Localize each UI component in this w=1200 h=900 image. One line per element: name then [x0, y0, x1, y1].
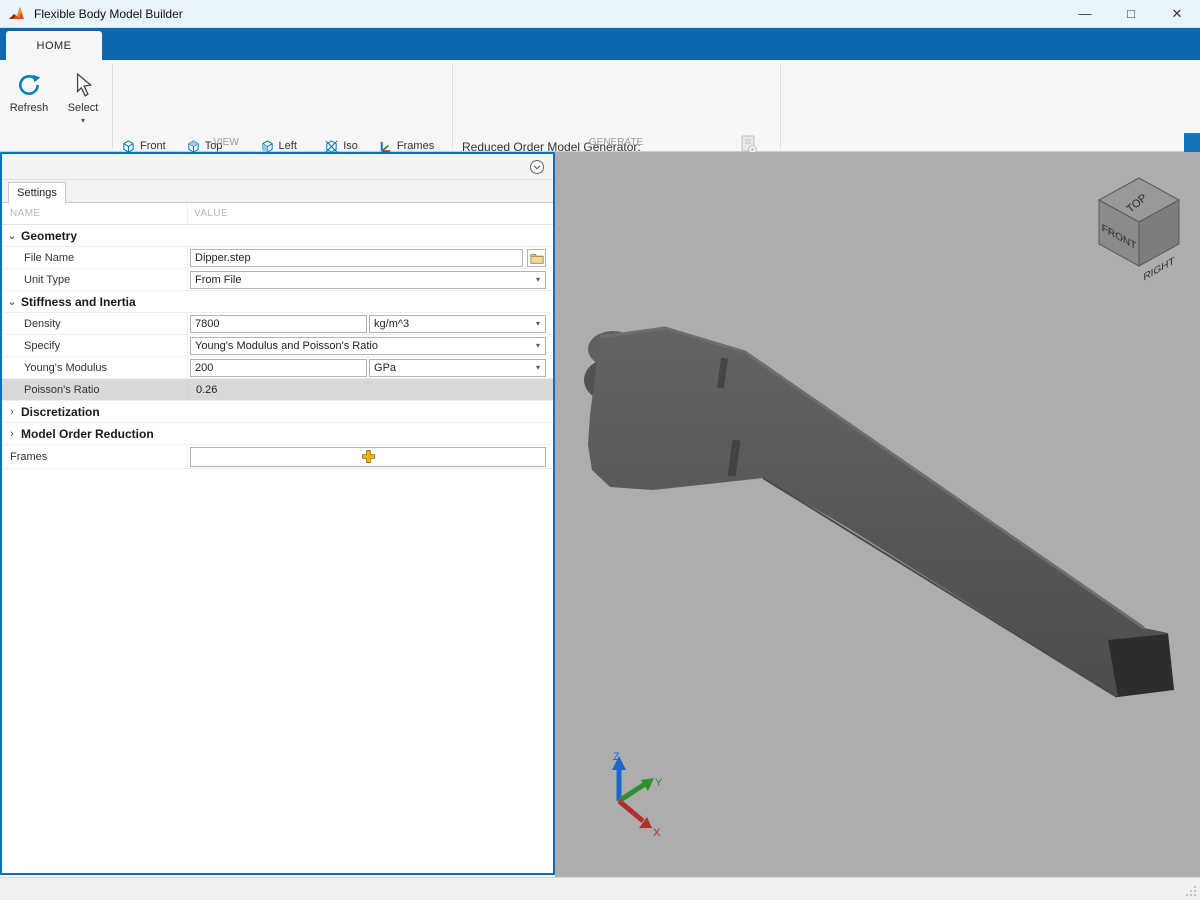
refresh-button[interactable]: Refresh: [6, 68, 52, 134]
unit-type-value: From File: [195, 273, 242, 286]
chevron-down-icon: ▾: [535, 341, 540, 350]
ribbon-divider: [780, 64, 781, 148]
density-unit-value: kg/m^3: [374, 317, 410, 330]
chevron-down-icon: ▾: [535, 319, 540, 328]
file-name-label: File Name: [2, 247, 188, 268]
toolstrip-tab-bar: HOME: [0, 28, 1200, 60]
row-specify: Specify Young's Modulus and Poisson's Ra…: [2, 335, 553, 357]
refresh-label: Refresh: [9, 102, 49, 114]
cursor-icon: [76, 72, 93, 97]
column-header-value: VALUE: [194, 208, 229, 219]
tab-home[interactable]: HOME: [6, 31, 102, 60]
settings-tab-bar: Settings: [2, 180, 553, 204]
ribbon-divider: [112, 64, 113, 148]
row-poissons-ratio[interactable]: Poisson's Ratio 0.26: [2, 379, 553, 401]
select-button[interactable]: Select ▾: [60, 68, 106, 134]
youngs-modulus-input[interactable]: [190, 358, 368, 377]
chevron-down-icon: ⌄: [7, 230, 17, 242]
density-unit-dropdown[interactable]: kg/m^3 ▾: [369, 314, 546, 333]
section-model-order-reduction[interactable]: › Model Order Reduction: [2, 423, 553, 445]
row-density: Density kg/m^3 ▾: [2, 313, 553, 335]
section-stiffness-inertia[interactable]: ⌄ Stiffness and Inertia: [2, 291, 553, 313]
youngs-unit-value: GPa: [374, 361, 397, 374]
poissons-ratio-label: Poisson's Ratio: [2, 379, 188, 400]
view-group-label: VIEW: [213, 137, 239, 148]
youngs-modulus-label: Young's Modulus: [2, 357, 188, 378]
chevron-down-icon: ▾: [535, 275, 540, 284]
select-label: Select: [67, 102, 99, 114]
toolstrip-corner-button[interactable]: [1184, 133, 1200, 152]
chevron-down-icon: ⌄: [7, 296, 17, 308]
panel-collapse-button[interactable]: [529, 159, 545, 175]
folder-icon: [530, 253, 544, 264]
add-frame-plus-icon[interactable]: [361, 449, 376, 464]
dipper-model-mesh: [584, 326, 1174, 698]
viewport-canvas[interactable]: TOP FRONT RIGHT Z Y X: [555, 152, 1200, 877]
axis-x-label: X: [653, 827, 661, 839]
app-window: Flexible Body Model Builder — □ ✕ HOME R…: [0, 0, 1200, 900]
window-title: Flexible Body Model Builder: [34, 6, 183, 21]
row-unit-type: Unit Type From File ▾: [2, 269, 553, 291]
section-discretization[interactable]: › Discretization: [2, 401, 553, 423]
property-table-header: NAME VALUE: [2, 203, 553, 225]
section-geometry[interactable]: ⌄ Geometry: [2, 225, 553, 247]
column-header-name: NAME: [2, 203, 188, 224]
unit-type-label: Unit Type: [2, 269, 188, 290]
row-frames: Frames: [2, 445, 553, 469]
close-button[interactable]: ✕: [1154, 0, 1200, 28]
axis-z-label: Z: [613, 751, 620, 763]
density-label: Density: [2, 313, 188, 334]
maximize-button[interactable]: □: [1108, 0, 1154, 28]
browse-file-button[interactable]: [527, 248, 546, 267]
section-mor-title: Model Order Reduction: [21, 426, 154, 441]
file-name-input[interactable]: [190, 248, 524, 267]
row-file-name: File Name: [2, 247, 553, 269]
section-geometry-title: Geometry: [21, 228, 78, 243]
chevron-down-icon: ▾: [535, 363, 540, 372]
unit-type-dropdown[interactable]: From File ▾: [190, 270, 546, 289]
chevron-down-icon: ▾: [80, 116, 85, 125]
poissons-ratio-value: 0.26: [196, 383, 218, 396]
section-stiffness-title: Stiffness and Inertia: [21, 294, 136, 309]
title-bar: Flexible Body Model Builder — □ ✕: [0, 0, 1200, 28]
generate-group-label: GENERATE: [588, 137, 644, 148]
view-cube[interactable]: TOP FRONT RIGHT: [1097, 177, 1181, 283]
density-input[interactable]: [190, 314, 368, 333]
chevron-right-icon: ›: [10, 405, 14, 418]
frames-label: Frames: [2, 445, 188, 468]
matlab-logo-icon: [9, 6, 24, 19]
axis-y-label: Y: [655, 777, 663, 789]
ribbon-divider: [452, 64, 453, 148]
specify-value: Young's Modulus and Poisson's Ratio: [195, 339, 378, 352]
youngs-unit-dropdown[interactable]: GPa ▾: [369, 358, 546, 377]
frames-field[interactable]: [190, 446, 546, 467]
settings-panel: Settings NAME VALUE ⌄ Geometry File Name: [0, 152, 555, 875]
specify-dropdown[interactable]: Young's Modulus and Poisson's Ratio ▾: [190, 336, 546, 355]
specify-label: Specify: [2, 335, 188, 356]
tab-settings[interactable]: Settings: [8, 182, 66, 204]
status-bar: [0, 877, 1200, 900]
section-discretization-title: Discretization: [21, 404, 100, 419]
chevron-right-icon: ›: [10, 427, 14, 440]
row-youngs-modulus: Young's Modulus GPa ▾: [2, 357, 553, 379]
window-controls: — □ ✕: [1062, 0, 1200, 28]
refresh-icon: [19, 74, 41, 95]
settings-panel-header: [2, 154, 553, 180]
resize-grip[interactable]: [1184, 884, 1198, 898]
ribbon: Refresh Select ▾ Front Top Left Iso Fram…: [0, 60, 1200, 183]
minimize-button[interactable]: —: [1062, 0, 1108, 28]
axes-triad: Z Y X: [612, 751, 663, 839]
